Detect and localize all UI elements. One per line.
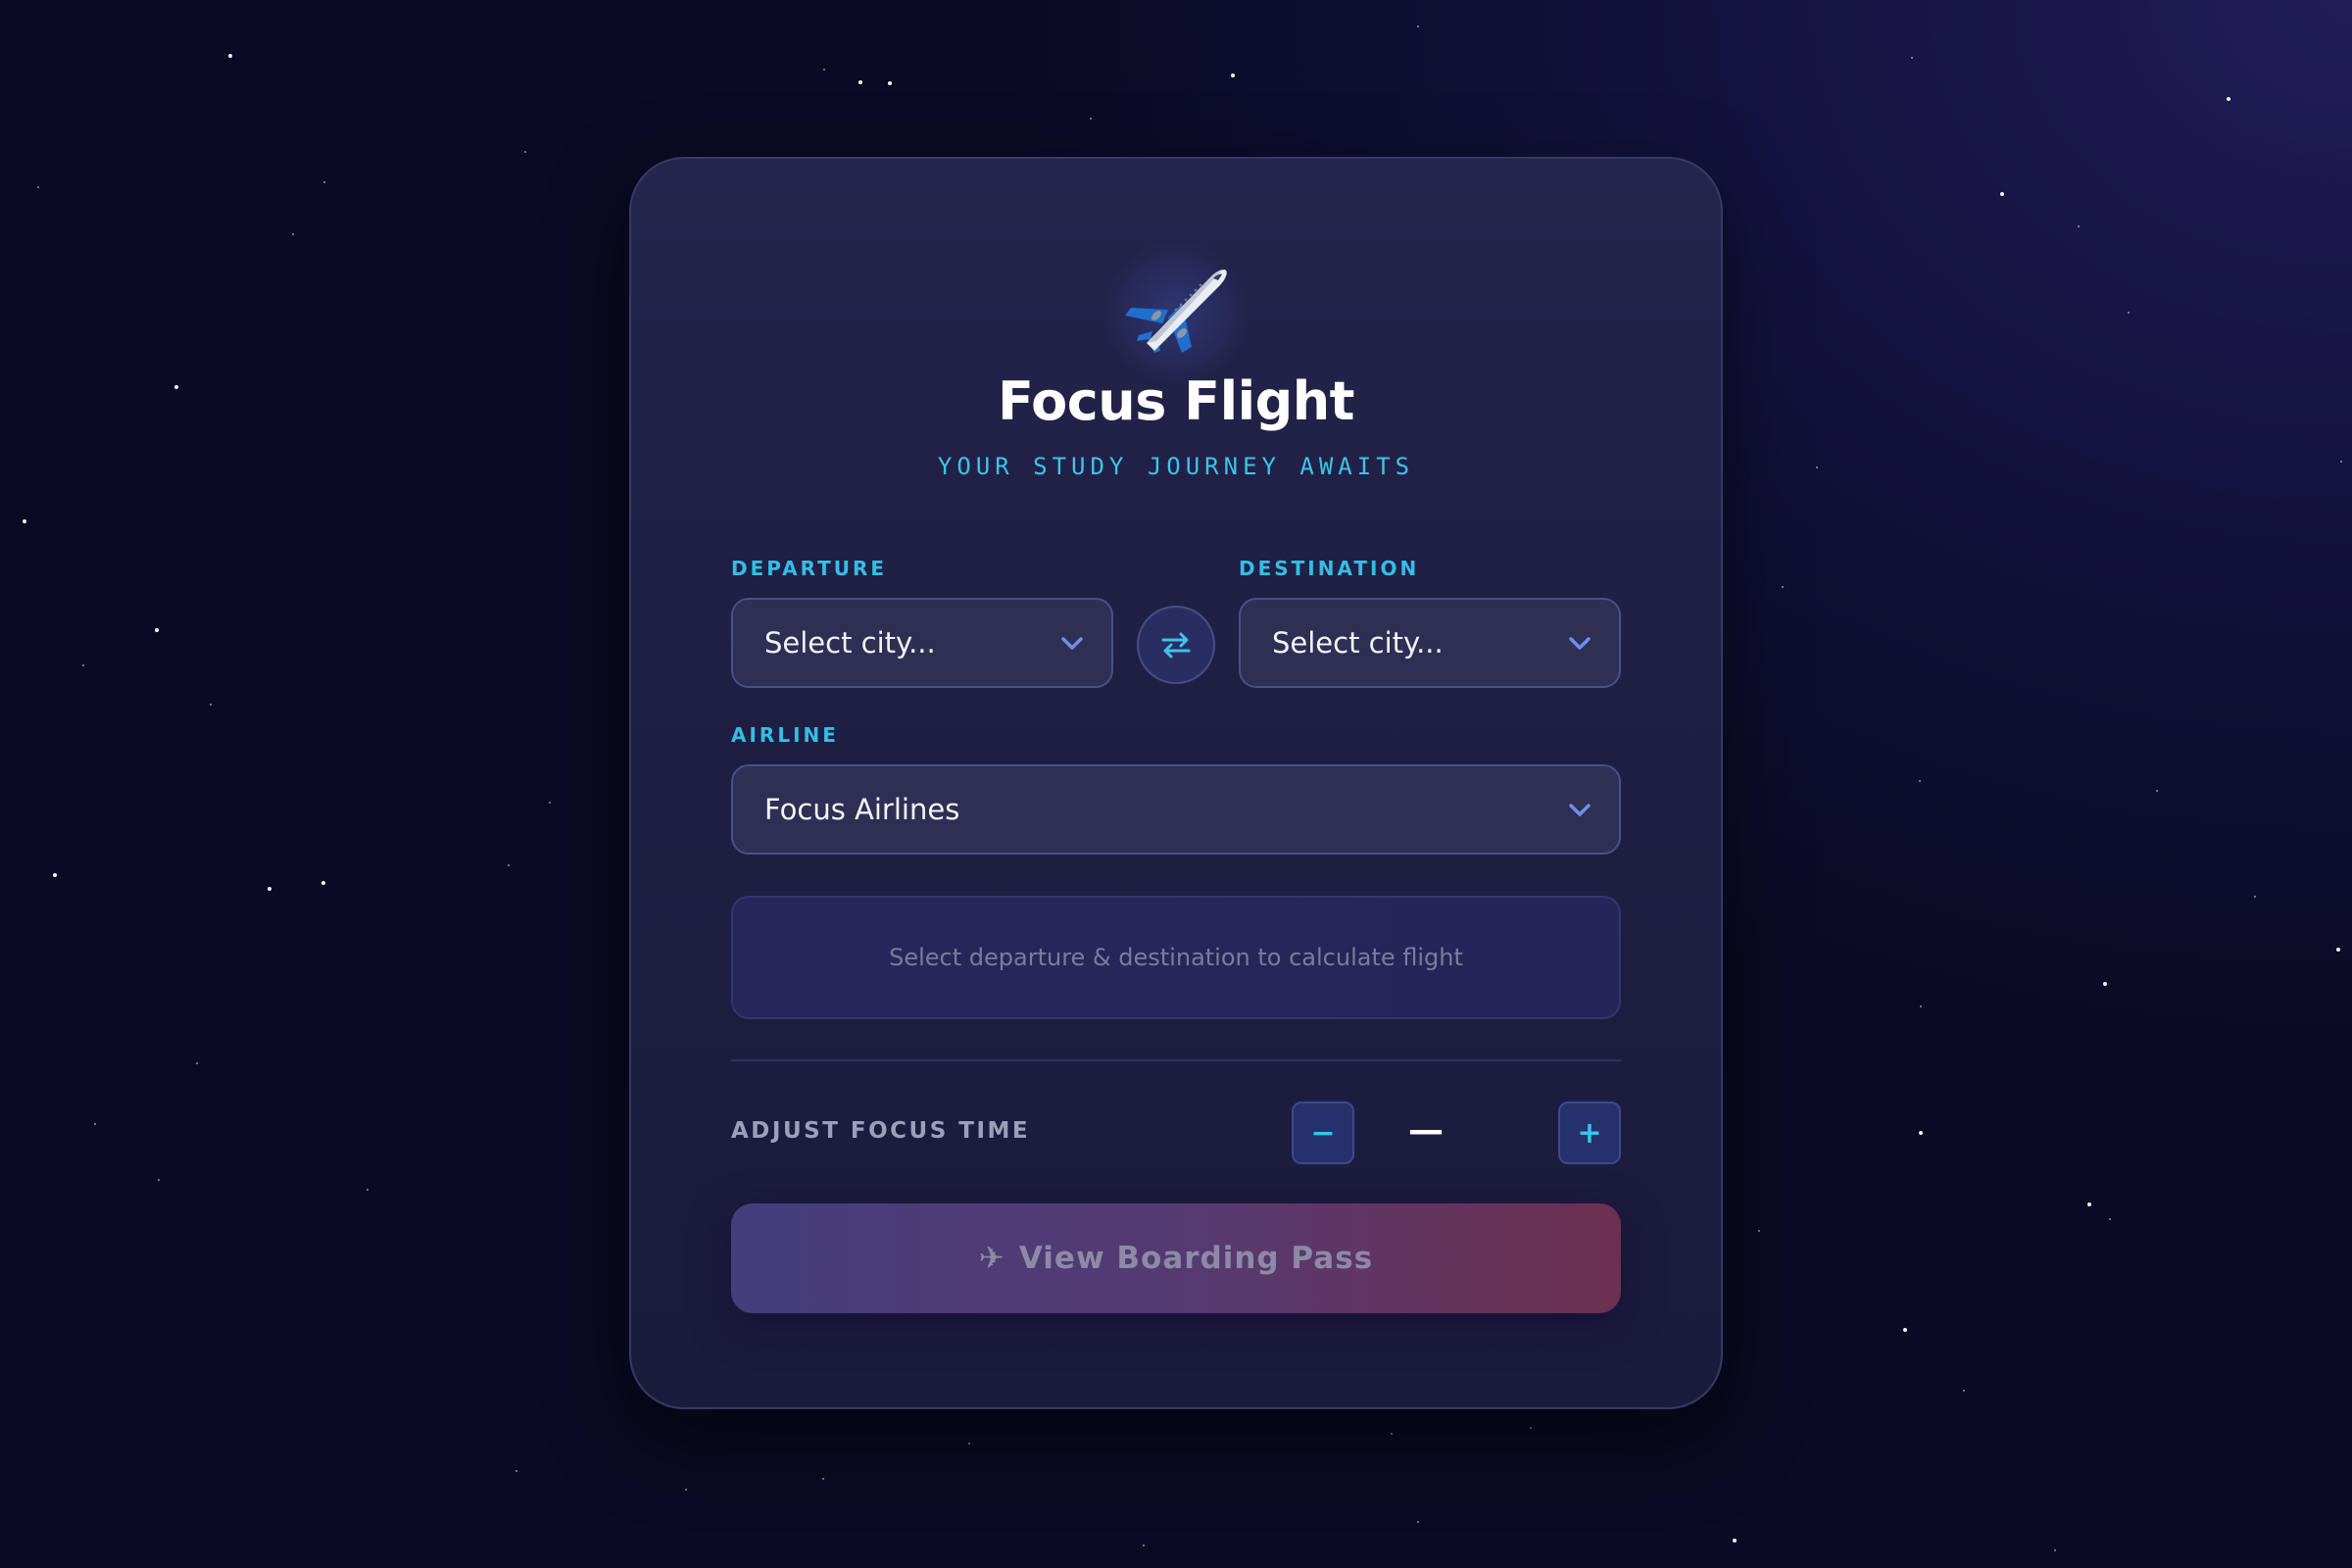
- star: [2340, 461, 2342, 463]
- star: [2336, 948, 2340, 952]
- star: [1919, 1131, 1923, 1135]
- destination-value: Select city...: [1272, 626, 1444, 660]
- star: [94, 1123, 96, 1125]
- flight-info-panel: Select departure & destination to calcul…: [731, 896, 1621, 1019]
- plane-icon: ✈: [978, 1241, 1005, 1276]
- star: [37, 186, 39, 188]
- app-subtitle: YOUR STUDY JOURNEY AWAITS: [937, 453, 1415, 480]
- airline-select[interactable]: Focus Airlines: [731, 764, 1621, 855]
- star: [1391, 1433, 1393, 1435]
- star: [1530, 1427, 1532, 1429]
- airline-label: AIRLINE: [731, 723, 839, 747]
- star: [1920, 1005, 1922, 1007]
- focus-time-value: —: [1408, 1110, 1444, 1151]
- view-boarding-pass-button[interactable]: ✈ View Boarding Pass: [731, 1203, 1621, 1313]
- swap-arrows-icon: [1161, 632, 1191, 659]
- divider: [731, 1059, 1621, 1061]
- view-boarding-pass-label: View Boarding Pass: [1018, 1241, 1374, 1276]
- departure-select[interactable]: Select city...: [731, 598, 1113, 688]
- star: [2227, 97, 2230, 101]
- star: [321, 881, 325, 885]
- chevron-down-icon: [1061, 637, 1083, 650]
- star: [1782, 586, 1784, 588]
- star: [1758, 1230, 1760, 1232]
- star: [1231, 74, 1235, 77]
- star: [53, 873, 57, 877]
- star: [2128, 312, 2130, 314]
- star: [1143, 1544, 1145, 1546]
- star: [1417, 25, 1419, 27]
- star: [888, 81, 892, 85]
- star: [1919, 780, 1921, 782]
- star: [292, 233, 294, 235]
- star: [2103, 982, 2107, 986]
- app-title: Focus Flight: [997, 370, 1355, 432]
- star: [367, 1189, 368, 1191]
- star: [968, 1443, 970, 1445]
- star: [1963, 1390, 1965, 1392]
- star: [174, 385, 178, 389]
- flight-info-placeholder: Select departure & destination to calcul…: [889, 944, 1463, 971]
- star: [2000, 192, 2004, 196]
- increase-focus-time-button[interactable]: +: [1558, 1102, 1621, 1164]
- star: [1903, 1328, 1907, 1332]
- airplane-icon: [1125, 270, 1227, 353]
- star: [508, 864, 510, 866]
- adjust-focus-time-label: ADJUST FOCUS TIME: [731, 1118, 1031, 1144]
- star: [2156, 790, 2158, 792]
- destination-label: DESTINATION: [1239, 557, 1420, 580]
- swap-cities-button[interactable]: [1137, 606, 1215, 684]
- star: [2109, 1218, 2111, 1220]
- star: [2254, 896, 2256, 898]
- airline-value: Focus Airlines: [764, 793, 960, 826]
- star: [1417, 1521, 1419, 1523]
- star: [2087, 1202, 2091, 1206]
- departure-value: Select city...: [764, 626, 936, 660]
- star: [82, 664, 84, 666]
- star: [1816, 466, 1818, 468]
- decrease-focus-time-button[interactable]: −: [1292, 1102, 1354, 1164]
- star: [822, 1478, 824, 1480]
- star: [515, 1470, 517, 1472]
- star: [268, 887, 271, 891]
- star: [155, 628, 159, 632]
- star: [1090, 118, 1092, 120]
- chevron-down-icon: [1569, 637, 1591, 650]
- destination-select[interactable]: Select city...: [1239, 598, 1621, 688]
- star: [685, 1489, 687, 1491]
- chevron-down-icon: [1569, 804, 1591, 816]
- star: [196, 1062, 198, 1064]
- star: [524, 151, 526, 153]
- star: [158, 1179, 160, 1181]
- star: [2078, 225, 2080, 227]
- star: [1911, 57, 1913, 59]
- departure-label: DEPARTURE: [731, 557, 888, 580]
- star: [823, 69, 825, 71]
- star: [1733, 1539, 1737, 1543]
- star: [23, 519, 26, 523]
- star: [210, 704, 212, 706]
- star: [228, 54, 232, 58]
- star: [323, 181, 325, 183]
- star: [549, 802, 551, 804]
- star: [2054, 1549, 2056, 1551]
- star: [858, 80, 862, 84]
